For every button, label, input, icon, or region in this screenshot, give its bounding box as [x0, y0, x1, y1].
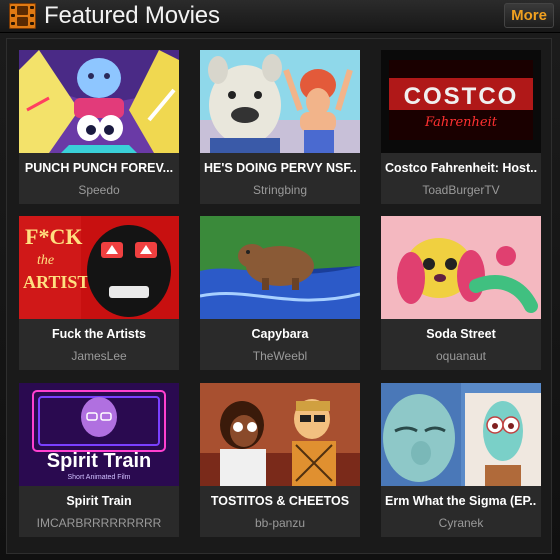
movie-author[interactable]: Speedo [19, 183, 179, 197]
movie-caption[interactable]: TOSTITOS & CHEETOS bb-panzu [200, 486, 360, 537]
thumbnail-text: F*CK [25, 224, 82, 249]
movie-title[interactable]: Erm What the Sigma (EP... [385, 494, 537, 508]
movie-title[interactable]: Capybara [204, 327, 356, 341]
movie-caption[interactable]: Soda Street oquanaut [381, 319, 541, 370]
movie-title[interactable]: Costco Fahrenheit: Host... [385, 161, 537, 175]
movie-thumbnail[interactable]: F*CK the ARTISTS [19, 216, 179, 319]
more-button[interactable]: More [504, 3, 554, 28]
movie-author[interactable]: TheWeebl [200, 349, 360, 363]
movie-title[interactable]: Spirit Train [23, 494, 175, 508]
movie-thumbnail[interactable] [200, 383, 360, 486]
movie-card[interactable]: Erm What the Sigma (EP... Cyranek [381, 383, 541, 537]
movie-thumbnail[interactable] [200, 216, 360, 319]
panel-header: Featured Movies More [0, 0, 560, 33]
movie-title[interactable]: TOSTITOS & CHEETOS [204, 494, 356, 508]
movie-caption[interactable]: HE'S DOING PERVY NSF... Stringbing [200, 153, 360, 204]
movie-author[interactable]: oquanaut [381, 349, 541, 363]
movie-caption[interactable]: Erm What the Sigma (EP... Cyranek [381, 486, 541, 537]
movie-author[interactable]: IMCARBRRRRRRRRR [19, 516, 179, 530]
movie-card[interactable]: HE'S DOING PERVY NSF... Stringbing [200, 50, 360, 204]
thumbnail-text: COSTCO [404, 83, 519, 110]
movie-thumbnail[interactable]: COSTCO Fahrenheit [381, 50, 541, 153]
movie-author[interactable]: JamesLee [19, 349, 179, 363]
movie-card[interactable]: Soda Street oquanaut [381, 216, 541, 370]
movie-card[interactable]: F*CK the ARTISTS Fuck the Artists JamesL… [19, 216, 179, 370]
movie-card[interactable]: PUNCH PUNCH FOREV... Speedo [19, 50, 179, 204]
movie-caption[interactable]: Spirit Train IMCARBRRRRRRRRR [19, 486, 179, 537]
movie-title[interactable]: HE'S DOING PERVY NSF... [204, 161, 356, 175]
featured-movies-panel: Featured Movies More PUNCH PUNCH FOREV..… [0, 0, 560, 560]
movie-card[interactable]: TOSTITOS & CHEETOS bb-panzu [200, 383, 360, 537]
thumbnail-text: the [37, 253, 54, 268]
movie-thumbnail[interactable] [200, 50, 360, 153]
movie-thumbnail[interactable] [381, 383, 541, 486]
movie-author[interactable]: ToadBurgerTV [381, 183, 541, 197]
movie-author[interactable]: Stringbing [200, 183, 360, 197]
movie-card[interactable]: COSTCO Fahrenheit Costco Fahrenheit: Hos… [381, 50, 541, 204]
movie-title[interactable]: PUNCH PUNCH FOREV... [23, 161, 175, 175]
thumbnail-text: Short Animated Film [67, 474, 130, 481]
film-icon [9, 3, 36, 29]
movie-author[interactable]: bb-panzu [200, 516, 360, 530]
movie-title[interactable]: Fuck the Artists [23, 327, 175, 341]
movie-thumbnail[interactable]: Spirit Train Short Animated Film [19, 383, 179, 486]
movie-title[interactable]: Soda Street [385, 327, 537, 341]
movie-caption[interactable]: Costco Fahrenheit: Host... ToadBurgerTV [381, 153, 541, 204]
movie-grid: PUNCH PUNCH FOREV... Speedo HE'S DOING P… [6, 38, 552, 554]
movie-caption[interactable]: Capybara TheWeebl [200, 319, 360, 370]
movie-author[interactable]: Cyranek [381, 516, 541, 530]
thumbnail-text: Spirit Train [47, 450, 151, 472]
movie-caption[interactable]: PUNCH PUNCH FOREV... Speedo [19, 153, 179, 204]
thumbnail-text: Fahrenheit [424, 115, 498, 130]
movie-card[interactable]: Capybara TheWeebl [200, 216, 360, 370]
movie-card[interactable]: Spirit Train Short Animated Film Spirit … [19, 383, 179, 537]
movie-thumbnail[interactable] [19, 50, 179, 153]
panel-title: Featured Movies [44, 2, 220, 29]
movie-caption[interactable]: Fuck the Artists JamesLee [19, 319, 179, 370]
movie-thumbnail[interactable] [381, 216, 541, 319]
